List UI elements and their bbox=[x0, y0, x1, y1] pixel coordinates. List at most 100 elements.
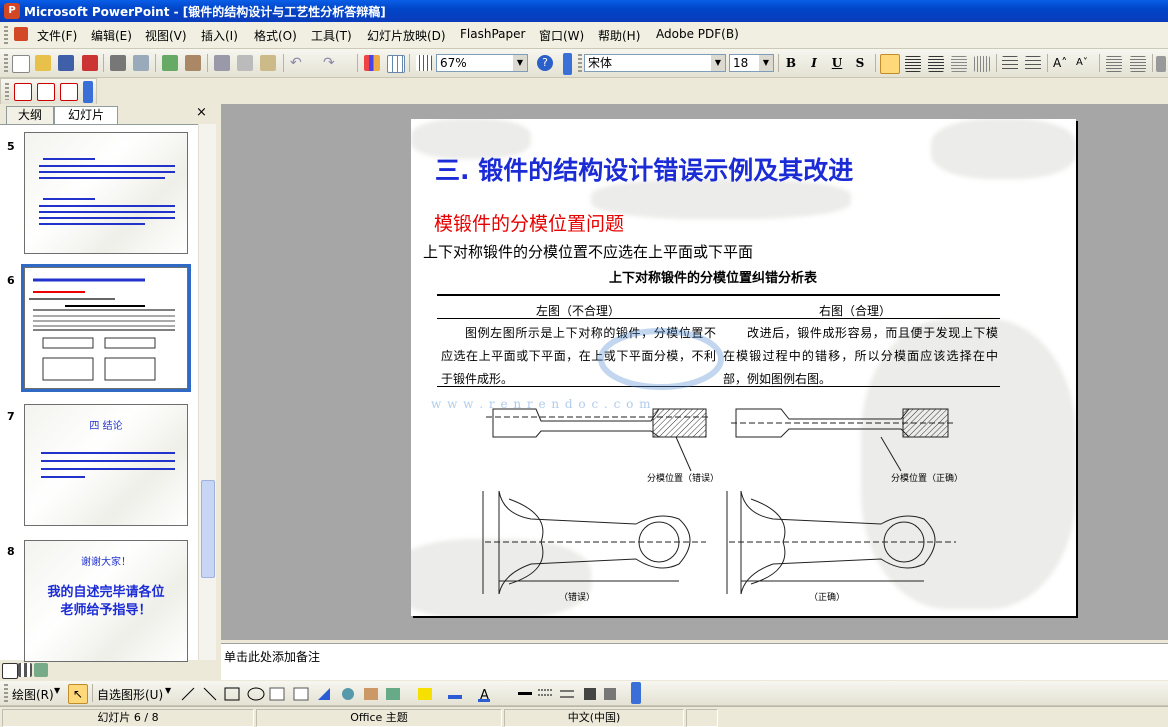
tab-outline[interactable]: 大纲 bbox=[6, 106, 54, 124]
grid-icon[interactable] bbox=[416, 55, 432, 71]
permission-icon[interactable] bbox=[82, 55, 98, 71]
menu-adobe-pdf[interactable]: Adobe PDF(B) bbox=[656, 27, 739, 41]
drawing-tools-icons[interactable]: A bbox=[178, 685, 618, 703]
slideshow-icon[interactable] bbox=[34, 663, 48, 677]
view-buttons bbox=[0, 662, 215, 680]
align-center-icon[interactable] bbox=[905, 56, 921, 72]
doc-icon[interactable] bbox=[14, 27, 28, 41]
thumb-thanks: 谢谢大家！ bbox=[81, 557, 131, 568]
font-size-select[interactable]: 18 ▼ bbox=[729, 54, 774, 72]
thumb-slide-preview bbox=[29, 278, 175, 381]
research-icon[interactable] bbox=[185, 55, 201, 71]
menu-edit[interactable]: 编辑(E) bbox=[91, 27, 132, 44]
title-bar: P Microsoft PowerPoint - [锻件的结构设计与工艺性分析答… bbox=[0, 0, 1168, 22]
thumbnail-scrollbar[interactable] bbox=[198, 124, 216, 660]
decrease-font-icon[interactable]: A˅ bbox=[1076, 55, 1092, 71]
menu-flashpaper[interactable]: FlashPaper bbox=[460, 27, 525, 41]
increase-indent-icon[interactable] bbox=[1130, 56, 1146, 72]
design-icon[interactable] bbox=[1156, 56, 1166, 72]
vertical-text-icon[interactable] bbox=[974, 56, 990, 72]
select-pointer-icon[interactable]: ↖ bbox=[68, 684, 88, 704]
zoom-value: 67% bbox=[440, 56, 467, 70]
close-icon[interactable]: × bbox=[196, 105, 207, 120]
convert-pdf-review-icon[interactable] bbox=[60, 83, 78, 101]
paste-icon[interactable] bbox=[260, 55, 276, 71]
insert-table-icon[interactable] bbox=[387, 55, 405, 73]
decrease-indent-icon[interactable] bbox=[1106, 56, 1122, 72]
caption-right: （正确） bbox=[809, 593, 846, 603]
new-icon[interactable] bbox=[12, 55, 30, 73]
print-preview-icon[interactable] bbox=[133, 55, 149, 71]
thumb-line-3: 老师给予指导！ bbox=[60, 603, 152, 618]
align-right-icon[interactable] bbox=[928, 56, 944, 72]
menu-window[interactable]: 窗口(W) bbox=[539, 27, 584, 44]
slide-thumbnail-5[interactable] bbox=[24, 132, 188, 254]
notes-pane[interactable]: 单击此处添加备注 bbox=[221, 643, 1168, 680]
thumb-text-lines bbox=[39, 158, 175, 225]
window-title: Microsoft PowerPoint - [锻件的结构设计与工艺性分析答辩稿… bbox=[24, 5, 386, 19]
menu-slideshow[interactable]: 幻灯片放映(D) bbox=[367, 27, 446, 44]
convert-pdf-icon[interactable] bbox=[14, 83, 32, 101]
autoshapes-menu[interactable]: 自选图形(U) bbox=[97, 686, 163, 703]
shadow-button[interactable]: S bbox=[851, 54, 869, 72]
slide-thumbnail-6[interactable] bbox=[21, 264, 191, 392]
slide-thumbnail-7[interactable]: 四 结论 bbox=[24, 404, 188, 526]
forging-drawings bbox=[482, 408, 956, 595]
cut-icon[interactable] bbox=[214, 55, 230, 71]
menu-file[interactable]: 文件(F) bbox=[37, 27, 77, 44]
toolbar-options-icon[interactable] bbox=[83, 81, 93, 103]
draw-menu[interactable]: 绘图(R) bbox=[12, 686, 54, 703]
chevron-down-icon[interactable]: ▼ bbox=[54, 686, 60, 695]
spelling-icon[interactable] bbox=[162, 55, 178, 71]
toolbar-options-icon[interactable] bbox=[631, 682, 641, 704]
menu-tools[interactable]: 工具(T) bbox=[311, 27, 352, 44]
justify-icon[interactable] bbox=[951, 56, 967, 72]
chevron-down-icon[interactable]: ▼ bbox=[165, 686, 171, 695]
slide-sorter-icon[interactable] bbox=[18, 663, 32, 677]
thumb-line-2: 我的自述完毕请各位 bbox=[47, 585, 165, 600]
numbering-icon[interactable] bbox=[1002, 56, 1018, 72]
menu-help[interactable]: 帮助(H) bbox=[598, 27, 640, 44]
save-icon[interactable] bbox=[58, 55, 74, 71]
font-value: 宋体 bbox=[588, 56, 613, 70]
underline-button[interactable]: U bbox=[828, 54, 846, 72]
scroll-thumb[interactable] bbox=[201, 480, 215, 578]
italic-button[interactable]: I bbox=[805, 54, 823, 72]
convert-pdf-email-icon[interactable] bbox=[37, 83, 55, 101]
redo-icon[interactable]: ↷ bbox=[323, 55, 339, 71]
standard-toolbar: ↶ ↷ 67% ▼ ? 宋体 ▼ 18 ▼ B I U S A˄ A˅ bbox=[0, 49, 1168, 78]
thumb-number: 8 bbox=[7, 545, 15, 558]
slide-canvas[interactable]: 三. 锻件的结构设计错误示例及其改进 模锻件的分模位置问题 上下对称锻件的分模位… bbox=[411, 119, 1076, 616]
edit-area-bg bbox=[1076, 104, 1168, 640]
insert-chart-icon[interactable] bbox=[364, 55, 380, 71]
chevron-down-icon[interactable]: ▼ bbox=[711, 55, 725, 71]
undo-icon[interactable]: ↶ bbox=[290, 55, 306, 71]
drawing-toolbar: 绘图(R) ▼ ↖ 自选图形(U) ▼ A bbox=[0, 681, 1168, 706]
chevron-down-icon[interactable]: ▼ bbox=[513, 55, 527, 71]
increase-font-icon[interactable]: A˄ bbox=[1053, 55, 1069, 71]
status-bar: 幻灯片 6 / 8 Office 主题 中文(中国) bbox=[0, 706, 1168, 727]
chevron-down-icon[interactable]: ▼ bbox=[759, 55, 773, 71]
normal-view-icon[interactable] bbox=[2, 663, 18, 679]
tab-slides[interactable]: 幻灯片 bbox=[54, 106, 118, 124]
print-icon[interactable] bbox=[110, 55, 126, 71]
slide-thumbnail-8[interactable]: 谢谢大家！ 我的自述完毕请各位 老师给予指导！ bbox=[24, 540, 188, 662]
thumb-text-lines bbox=[41, 452, 175, 478]
bold-button[interactable]: B bbox=[782, 54, 800, 72]
thumb-number: 7 bbox=[7, 410, 15, 423]
align-left-icon[interactable] bbox=[880, 54, 900, 74]
menu-format[interactable]: 格式(O) bbox=[254, 27, 297, 44]
help-icon[interactable]: ? bbox=[537, 55, 553, 71]
menu-view[interactable]: 视图(V) bbox=[145, 27, 187, 44]
label-wrong-position: 分模位置（错误） bbox=[647, 474, 720, 484]
open-icon[interactable] bbox=[35, 55, 51, 71]
bullets-icon[interactable] bbox=[1025, 56, 1041, 72]
menu-insert[interactable]: 插入(I) bbox=[201, 27, 238, 44]
copy-icon[interactable] bbox=[237, 55, 253, 71]
font-select[interactable]: 宋体 ▼ bbox=[584, 54, 726, 72]
toolbar-options-icon[interactable] bbox=[563, 53, 572, 75]
notes-placeholder: 单击此处添加备注 bbox=[224, 650, 321, 664]
font-size-value: 18 bbox=[733, 56, 749, 70]
pane-tabs: 大纲 幻灯片 × bbox=[0, 104, 215, 125]
zoom-select[interactable]: 67% ▼ bbox=[436, 54, 528, 72]
